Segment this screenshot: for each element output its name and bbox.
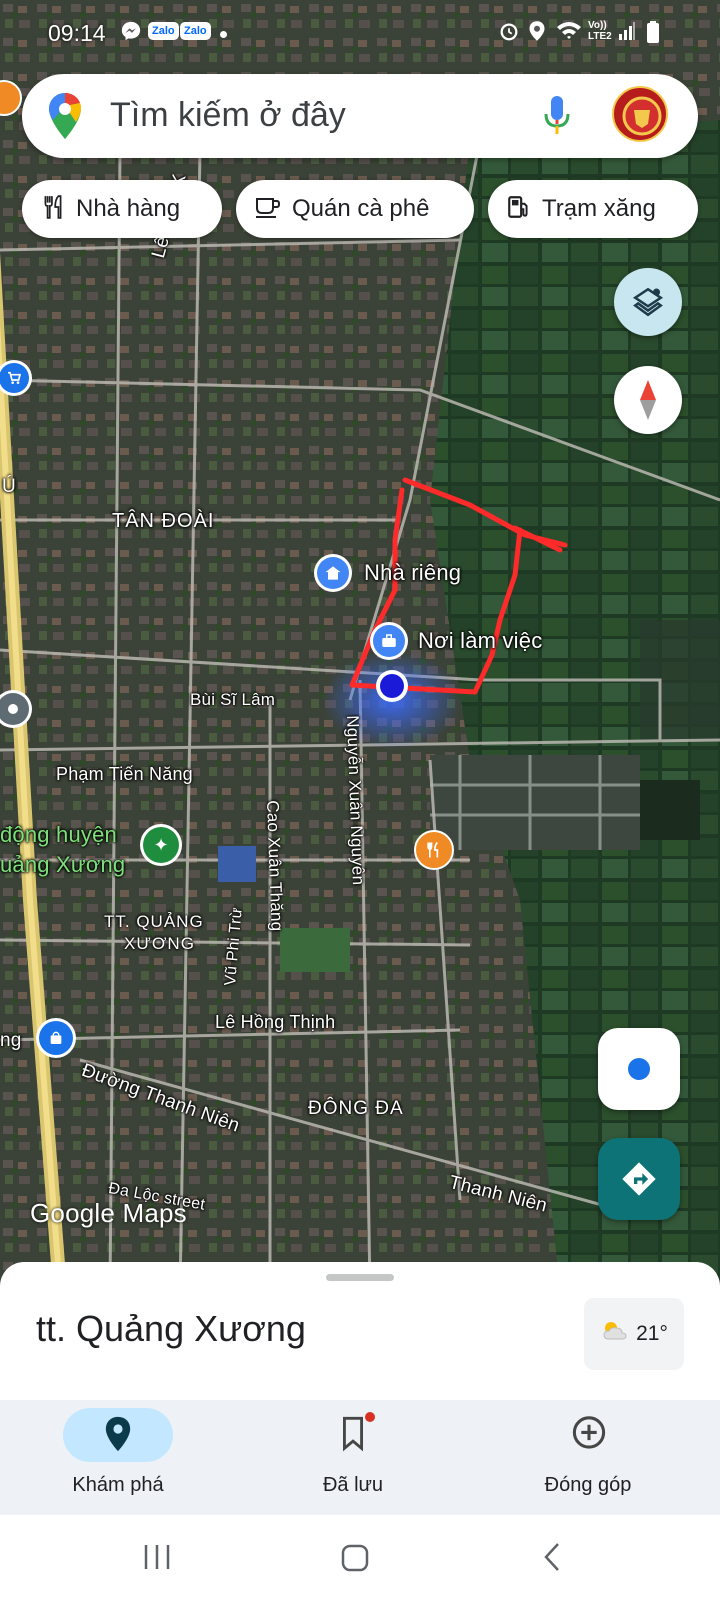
chip-coffee[interactable]: Quán cà phê	[236, 180, 474, 238]
home-place-marker[interactable]	[314, 554, 352, 592]
nav-explore[interactable]: Khám phá	[18, 1400, 218, 1515]
status-bar: 09:14 Zalo Zalo Vo)) LTE2	[0, 0, 720, 70]
recents-icon[interactable]	[142, 1543, 172, 1576]
directions-button[interactable]	[598, 1138, 680, 1220]
volte-icon: Vo)) LTE2	[588, 20, 612, 42]
area-label: ng	[0, 1030, 22, 1051]
area-label: XƯƠNG	[124, 934, 195, 953]
restaurant-pin[interactable]	[414, 830, 454, 870]
layers-button[interactable]	[614, 268, 682, 336]
current-location-dot	[376, 670, 408, 702]
handshake-icon: ✦	[143, 827, 179, 863]
microphone-icon[interactable]	[542, 94, 572, 143]
weather-badge[interactable]: 21°	[584, 1298, 684, 1370]
cart-icon	[0, 363, 29, 393]
location-dot-icon	[380, 674, 404, 698]
shopping-bag-pin[interactable]	[36, 1018, 76, 1058]
sheet-drag-handle[interactable]	[326, 1274, 394, 1281]
work-place-label[interactable]: Nơi làm việc	[418, 628, 542, 654]
avatar[interactable]	[612, 86, 668, 142]
compass-icon	[640, 380, 656, 420]
nav-contribute[interactable]: Đóng góp	[488, 1400, 688, 1515]
government-poi-pin[interactable]: ✦	[140, 824, 182, 866]
nav-label: Đã lưu	[322, 1474, 384, 1496]
home-icon[interactable]	[340, 1543, 370, 1578]
pin-icon	[0, 693, 29, 725]
gas-station-icon	[506, 194, 532, 225]
chip-restaurants[interactable]: Nhà hàng	[22, 180, 222, 238]
messenger-icon	[120, 20, 142, 48]
area-label: ĐÔNG ĐA	[308, 1098, 404, 1119]
directions-icon	[622, 1162, 656, 1196]
chip-gas-stations[interactable]: Trạm xăng	[488, 180, 698, 238]
chip-label: Trạm xăng	[542, 195, 656, 222]
compass-button[interactable]	[614, 366, 682, 434]
nav-saved[interactable]: Đã lưu	[253, 1400, 453, 1515]
status-time: 09:14	[48, 20, 106, 46]
street-label: Phạm Tiến Năng	[56, 764, 193, 784]
system-navigation-bar	[0, 1515, 720, 1600]
my-location-icon	[628, 1058, 650, 1080]
back-icon[interactable]	[540, 1541, 564, 1578]
add-circle-icon	[570, 1414, 608, 1459]
nav-label: Đóng góp	[544, 1474, 632, 1496]
search-input[interactable]: Tìm kiếm ở đây	[110, 96, 346, 135]
chip-label: Nhà hàng	[76, 195, 181, 222]
shopping-bag-icon	[39, 1021, 73, 1055]
weather-temp: 21°	[636, 1322, 668, 1345]
notification-dot	[365, 1412, 375, 1422]
partly-cloudy-icon	[600, 1319, 630, 1349]
area-label: TÂN ĐOÀI	[112, 510, 215, 532]
poi-label: uảng Xương	[0, 852, 126, 877]
chip-label: Quán cà phê	[292, 195, 430, 222]
restaurant-icon	[40, 194, 66, 225]
fork-knife-icon	[427, 841, 439, 858]
coffee-icon	[254, 194, 282, 225]
area-label: TT. QUẢNG	[104, 912, 204, 931]
work-place-marker[interactable]	[370, 622, 408, 660]
briefcase-icon	[373, 625, 405, 657]
signal-icon	[618, 20, 636, 48]
home-place-label[interactable]: Nhà riêng	[364, 560, 461, 586]
location-icon	[528, 20, 546, 48]
bookmark-icon	[335, 1414, 371, 1459]
map-attribution: Google Maps	[30, 1198, 187, 1228]
zalo-icon: Zalo	[148, 22, 179, 40]
place-title: tt. Quảng Xương	[36, 1308, 306, 1349]
search-bar[interactable]: Tìm kiếm ở đây	[22, 74, 698, 158]
street-label: Lê Hồng Thịnh	[215, 1012, 336, 1032]
battery-icon	[646, 20, 660, 50]
bottom-navigation: Khám phá Đã lưu Đóng góp	[0, 1400, 720, 1515]
home-icon	[317, 557, 349, 589]
poi-label: động huyện	[0, 822, 117, 847]
zalo-icon: Zalo	[180, 22, 211, 40]
location-pin-icon	[100, 1414, 136, 1459]
my-location-button[interactable]	[598, 1028, 680, 1110]
layers-icon	[632, 287, 664, 317]
alarm-icon	[498, 20, 520, 48]
google-maps-logo-icon	[48, 92, 82, 145]
dot-icon	[220, 31, 227, 38]
wifi-icon	[556, 20, 582, 48]
nav-label: Khám phá	[72, 1474, 164, 1496]
street-label: Bùi Sĩ Lâm	[190, 690, 276, 709]
area-label: Ú	[2, 476, 16, 497]
